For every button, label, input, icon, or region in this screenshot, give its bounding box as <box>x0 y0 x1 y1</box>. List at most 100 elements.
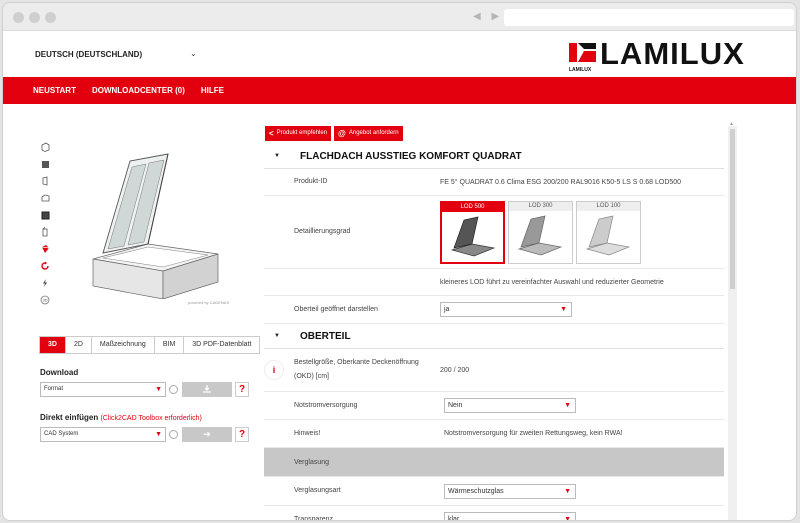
url-bar[interactable] <box>504 9 794 26</box>
lod-500-label: LOD 500 <box>442 202 503 212</box>
cube-rotate-icon[interactable] <box>40 176 50 186</box>
download-help-button[interactable]: ? <box>235 381 249 397</box>
nav-neustart[interactable]: NEUSTART <box>33 86 76 95</box>
chevron-down-icon: ▼ <box>564 487 571 495</box>
direct-insert-title: Direkt einfügen (Click2CAD Toolbox erfor… <box>40 413 202 422</box>
tab-2d[interactable]: 2D <box>65 337 92 353</box>
lod-100-option[interactable]: LOD 100 <box>576 200 641 264</box>
glazing-type-label: Verglasungsart <box>294 487 341 494</box>
window-close-dot[interactable] <box>13 12 24 23</box>
chevron-down-icon[interactable]: ⌄ <box>190 49 197 58</box>
power-supply-select[interactable]: Nein ▼ <box>444 398 576 413</box>
transparency-select[interactable]: klar ▼ <box>444 512 576 521</box>
logo-mark-icon <box>569 39 596 66</box>
scrollbar-thumb[interactable] <box>730 129 735 289</box>
order-size-row: i Bestellgröße, Oberkante Deckenöffnung … <box>264 349 724 392</box>
caret-down-icon: ▼ <box>274 333 280 339</box>
logo-small-text: LAMILUX <box>569 67 592 73</box>
cube-view-icon[interactable] <box>40 142 50 152</box>
browser-nav-arrows-icon[interactable]: ◀ ▶ <box>473 11 503 22</box>
order-size-label: Bestellgröße, Oberkante Deckenöffnung (O… <box>264 356 440 384</box>
browser-chrome: ◀ ▶ <box>3 3 796 31</box>
download-icon <box>203 384 211 393</box>
power-supply-label: Notstromversorgung <box>294 401 358 409</box>
product-id-label: Produkt-ID <box>294 178 328 185</box>
window-minimize-dot[interactable] <box>29 12 40 23</box>
insert-button[interactable]: ➜ <box>182 426 232 442</box>
lod-300-label: LOD 300 <box>509 201 572 211</box>
at-icon: @ <box>338 129 346 138</box>
tab-3d-pdf[interactable]: 3D PDF-Datenblatt <box>184 337 260 353</box>
order-size-label-line1: Bestellgröße, Oberkante Deckenöffnung <box>294 359 419 366</box>
download-button[interactable] <box>182 381 232 397</box>
open-top-row: Oberteil geöffnet darstellen ja ▼ <box>264 296 724 324</box>
glazing-type-select[interactable]: Wärmeschutzglas ▼ <box>444 483 576 499</box>
download-option-radio[interactable] <box>169 384 178 394</box>
cad-system-value: CAD System <box>44 430 79 437</box>
hint-label: Hinweis! <box>294 429 321 437</box>
main-nav: NEUSTART DOWNLOADCENTER (0) HILFE <box>3 77 796 104</box>
config-table: ▼ FLACHDACH AUSSTIEG KOMFORT QUADRAT Pro… <box>264 144 724 521</box>
tab-3d[interactable]: 3D <box>40 337 66 353</box>
order-size-value: 200 / 200 <box>440 366 470 374</box>
cad-system-select[interactable]: CAD System ▼ <box>40 426 166 442</box>
cube-dark-icon[interactable] <box>40 210 50 220</box>
direct-insert-note: (Click2CAD Toolbox erforderlich) <box>100 415 202 422</box>
window-maximize-dot[interactable] <box>45 12 56 23</box>
request-quote-button[interactable]: @ Angebot anfordern <box>334 126 403 141</box>
glazing-section-header[interactable]: Verglasung <box>264 448 724 477</box>
cube-wire-icon[interactable] <box>40 227 50 237</box>
cube-side-icon[interactable] <box>40 193 50 203</box>
site-header: DEUTSCH (DEUTSCHLAND) ⌄ LAMILUX LAMILUX <box>3 31 796 77</box>
view-3d-icon[interactable]: 3D <box>40 295 50 305</box>
chevron-down-icon: ▼ <box>564 402 571 409</box>
product-id-row: Produkt-ID FE 5° QUADRAT 0.6 Clima ESG 2… <box>264 169 724 196</box>
lod-100-thumbnail <box>585 215 631 255</box>
lod-500-option[interactable]: LOD 500 <box>440 200 505 264</box>
format-select[interactable]: Format ▼ <box>40 381 166 397</box>
glazing-type-value: Wärmeschutzglas <box>448 487 504 495</box>
power-supply-value: Nein <box>448 402 463 409</box>
chevron-down-icon: ▼ <box>155 385 162 393</box>
cube-solid-icon[interactable] <box>40 159 50 169</box>
section-header-oberteil[interactable]: ▼ OBERTEIL <box>264 324 724 349</box>
transparency-value: klar <box>448 516 460 521</box>
viewer-toolbar: 3D <box>40 142 52 312</box>
nav-hilfe[interactable]: HILFE <box>201 86 224 95</box>
view-tabs: 3D 2D Maßzeichnung BIM 3D PDF-Datenblatt <box>39 336 261 354</box>
language-selector[interactable]: DEUTSCH (DEUTSCHLAND) <box>35 50 142 59</box>
section-header-main[interactable]: ▼ FLACHDACH AUSSTIEG KOMFORT QUADRAT <box>264 144 724 169</box>
caret-down-icon: ▼ <box>274 153 280 159</box>
direct-insert-label: Direkt einfügen <box>40 413 99 422</box>
direct-insert-row: CAD System ▼ ➜ ? <box>40 426 249 442</box>
share-icon: < <box>269 129 274 138</box>
open-top-label: Oberteil geöffnet darstellen <box>294 305 378 313</box>
section-icon[interactable] <box>40 244 50 254</box>
lod-300-option[interactable]: LOD 300 <box>508 200 573 264</box>
viewer-panel: 3D powered by CADENAS 3D 2D Maßzeichnung… <box>3 104 263 520</box>
lod-500-thumbnail <box>450 216 496 256</box>
recommend-product-button[interactable]: < Produkt empfehlen <box>265 126 332 141</box>
reset-icon[interactable] <box>40 261 50 271</box>
detail-level-label: Detaillierungsgrad <box>294 228 351 235</box>
info-icon[interactable]: i <box>264 360 284 380</box>
nav-downloadcenter[interactable]: DOWNLOADCENTER (0) <box>92 86 185 95</box>
explode-icon[interactable] <box>40 278 50 288</box>
oberteil-title: OBERTEIL <box>300 330 351 342</box>
lamilux-logo[interactable]: LAMILUX <box>569 38 745 71</box>
tab-masszeichnung[interactable]: Maßzeichnung <box>91 337 155 353</box>
detail-level-row: Detaillierungsgrad LOD 500 LOD 300 LOD 1… <box>264 196 724 269</box>
order-size-label-line2: (OKD) [cm] <box>294 373 329 380</box>
insert-help-button[interactable]: ? <box>235 426 249 442</box>
insert-option-radio[interactable] <box>169 429 178 439</box>
configurator-panel: < Produkt empfehlen @ Angebot anfordern … <box>263 104 726 521</box>
hint-value: Notstromversorgung für zweiten Rettungsw… <box>444 430 623 437</box>
open-top-select[interactable]: ja ▼ <box>440 302 572 317</box>
quote-label: Angebot anfordern <box>348 130 399 136</box>
product-3d-view[interactable] <box>88 149 233 299</box>
chevron-down-icon: ▼ <box>564 516 571 521</box>
tab-bim[interactable]: BIM <box>154 337 185 353</box>
lod-100-label: LOD 100 <box>577 201 640 211</box>
product-id-value: FE 5° QUADRAT 0.6 Clima ESG 200/200 RAL9… <box>440 178 682 186</box>
transparency-row: Transparenz klar ▼ <box>264 506 724 521</box>
